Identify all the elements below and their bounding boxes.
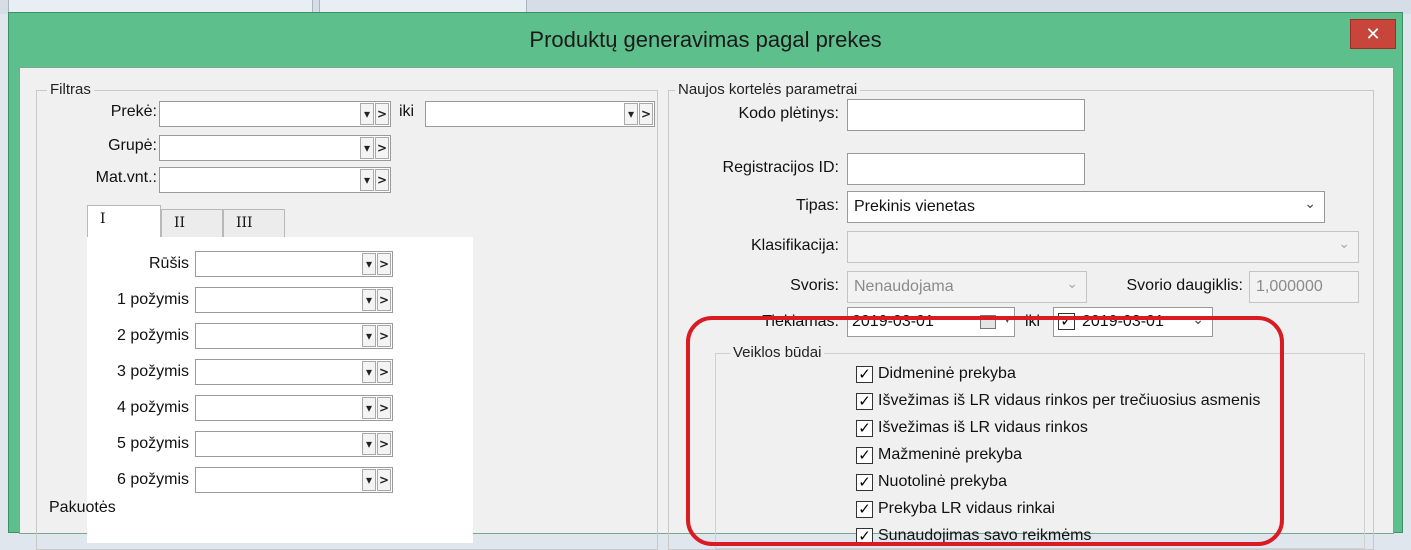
feature-6-dropdown-button[interactable]: ▾ (362, 469, 376, 491)
preke-from-dropdown-button[interactable]: ▾ (360, 103, 374, 125)
preke-to-dropdown-button[interactable]: ▾ (624, 103, 638, 125)
feature-6-field[interactable]: ▾ > (195, 467, 393, 493)
preke-to-field[interactable]: ▾ > (425, 101, 655, 127)
close-button[interactable]: ✕ (1350, 19, 1396, 49)
preke-label: Prekė: (110, 103, 157, 120)
mat-vnt-next-button[interactable]: > (375, 169, 389, 191)
title-bar: Produktų generavimas pagal prekes ✕ (9, 13, 1402, 67)
svorio-daugiklis-value: 1,000000 (1256, 278, 1323, 295)
mat-vnt-field[interactable]: ▾ > (159, 167, 391, 193)
rusis-label: Rūšis (148, 255, 189, 272)
tab-panel (87, 237, 473, 543)
svoris-label: Svoris: (790, 277, 839, 294)
feature-1-field[interactable]: ▾ > (195, 287, 393, 313)
svorio-daugiklis-label: Svorio daugiklis: (1126, 277, 1244, 294)
feature-2-field[interactable]: ▾ > (195, 323, 393, 349)
tipas-label: Tipas: (796, 197, 839, 214)
chevron-down-icon: ⌄ (1066, 276, 1078, 292)
rusis-dropdown-button[interactable]: ▾ (362, 253, 376, 275)
svoris-select[interactable]: Nenaudojama ⌄ (847, 271, 1087, 303)
filter-group-title: Filtras (47, 81, 94, 98)
rusis-field[interactable]: ▾ > (195, 251, 393, 277)
tab-i[interactable]: I (87, 205, 161, 238)
tab-iii[interactable]: III (223, 209, 285, 239)
feature-6-next-button[interactable]: > (377, 469, 391, 491)
chevron-down-icon: ⌄ (1338, 236, 1350, 252)
pakuotes-label: Pakuotės (49, 499, 116, 516)
preke-from-next-button[interactable]: > (375, 103, 389, 125)
feature-2-label: 2 požymis (116, 327, 189, 344)
preke-to-next-button[interactable]: > (639, 103, 653, 125)
window-title: Produktų generavimas pagal prekes (529, 27, 882, 52)
chevron-down-icon: ⌄ (1304, 196, 1316, 212)
mat-vnt-dropdown-button[interactable]: ▾ (360, 169, 374, 191)
registracijos-id-input[interactable] (847, 153, 1085, 185)
feature-1-dropdown-button[interactable]: ▾ (362, 289, 376, 311)
svoris-value: Nenaudojama (854, 278, 954, 295)
klasifikacija-label: Klasifikacija: (750, 237, 839, 254)
feature-5-field[interactable]: ▾ > (195, 431, 393, 457)
filter-group: Filtras Prekė: ▾ > iki ▾ > Grupė: ▾ > Ma… (36, 81, 658, 550)
feature-3-field[interactable]: ▾ > (195, 359, 393, 385)
feature-4-field[interactable]: ▾ > (195, 395, 393, 421)
feature-2-dropdown-button[interactable]: ▾ (362, 325, 376, 347)
grupe-field[interactable]: ▾ > (159, 135, 391, 161)
grupe-next-button[interactable]: > (375, 137, 389, 159)
tipas-select[interactable]: Prekinis vienetas ⌄ (847, 191, 1325, 223)
feature-5-next-button[interactable]: > (377, 433, 391, 455)
feature-3-dropdown-button[interactable]: ▾ (362, 361, 376, 383)
params-group-title: Naujos kortelės parametrai (675, 81, 861, 98)
registracijos-id-label: Registracijos ID: (722, 159, 839, 176)
feature-1-label: 1 požymis (116, 291, 189, 308)
tipas-value: Prekinis vienetas (854, 198, 975, 215)
feature-2-next-button[interactable]: > (377, 325, 391, 347)
grupe-label: Grupė: (108, 137, 157, 154)
feature-3-next-button[interactable]: > (377, 361, 391, 383)
kodo-pletinys-label: Kodo plėtinys: (738, 105, 839, 122)
svorio-daugiklis-input[interactable]: 1,000000 (1249, 271, 1359, 303)
grupe-dropdown-button[interactable]: ▾ (360, 137, 374, 159)
kodo-pletinys-input[interactable] (847, 99, 1085, 131)
mat-vnt-label: Mat.vnt.: (95, 169, 157, 186)
feature-6-label: 6 požymis (116, 471, 189, 488)
tab-ii[interactable]: II (161, 209, 223, 239)
feature-1-next-button[interactable]: > (377, 289, 391, 311)
preke-from-field[interactable]: ▾ > (159, 101, 391, 127)
red-highlight-annotation (686, 316, 1284, 546)
feature-5-dropdown-button[interactable]: ▾ (362, 433, 376, 455)
feature-3-label: 3 požymis (116, 363, 189, 380)
feature-4-next-button[interactable]: > (377, 397, 391, 419)
feature-4-dropdown-button[interactable]: ▾ (362, 397, 376, 419)
preke-iki-label: iki (399, 103, 415, 120)
feature-4-label: 4 požymis (116, 399, 189, 416)
feature-5-label: 5 požymis (116, 435, 189, 452)
rusis-next-button[interactable]: > (377, 253, 391, 275)
klasifikacija-select[interactable]: ⌄ (847, 231, 1359, 263)
